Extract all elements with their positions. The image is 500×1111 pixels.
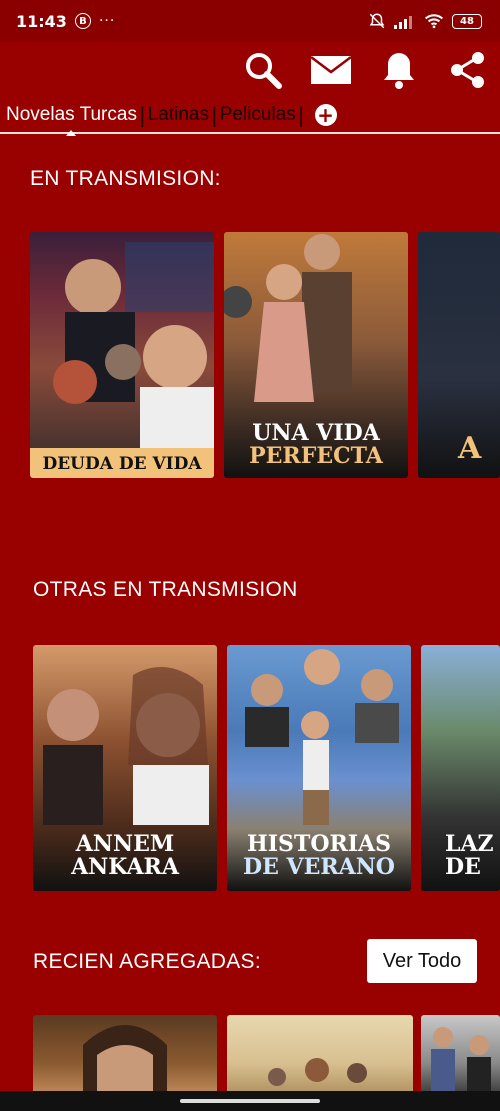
poster-caption: A xyxy=(458,430,482,466)
status-left: 11:43 B ··· xyxy=(16,12,115,31)
poster-annem-ankara[interactable]: ANNEM ANKARA xyxy=(33,645,217,891)
tab-latinas[interactable]: Latinas xyxy=(148,104,209,126)
poster-deuda-de-vida[interactable]: DEUDA DE VIDA xyxy=(30,232,214,478)
ver-todo-button[interactable]: Ver Todo xyxy=(367,939,477,983)
carousel-otras-en-transmision[interactable]: ANNEM ANKARA HISTORIAS DE VERANO LAZ DE xyxy=(0,643,500,893)
battery-icon: 48 xyxy=(452,13,482,29)
status-right: 48 xyxy=(368,12,482,30)
poster-caption: ANNEM ANKARA xyxy=(33,830,217,880)
poster-caption: UNA VIDA PERFECTA xyxy=(224,419,408,469)
poster-recien-1[interactable] xyxy=(33,1015,217,1093)
tab-separator: | xyxy=(138,103,146,127)
share-icon[interactable] xyxy=(446,49,488,91)
home-gesture-handle[interactable] xyxy=(180,1099,320,1103)
tab-novelas-turcas[interactable]: Novelas Turcas xyxy=(6,104,137,126)
system-nav-bar xyxy=(0,1091,500,1111)
poster-caption-line2: PERFECTA xyxy=(249,442,383,469)
poster-historias-de-verano[interactable]: HISTORIAS DE VERANO xyxy=(227,645,411,891)
poster-recien-2[interactable] xyxy=(227,1015,413,1093)
mute-bell-icon xyxy=(369,13,385,29)
poster-una-vida-perfecta[interactable]: UNA VIDA PERFECTA xyxy=(224,232,408,478)
poster-art xyxy=(431,1027,491,1093)
app-toolbar xyxy=(0,42,500,98)
signal-icon xyxy=(394,16,412,29)
category-tabs: Novelas Turcas | Latinas | Peliculas | + xyxy=(0,98,500,134)
poster-recien-3[interactable] xyxy=(421,1015,500,1093)
poster-caption-line2: DE VERANO xyxy=(243,853,395,880)
poster-art xyxy=(53,242,214,457)
poster-caption: DEUDA DE VIDA xyxy=(42,454,202,475)
poster-caption-line1: LAZ xyxy=(445,830,494,857)
carousel-en-transmision[interactable]: DEUDA DE VIDA UNA VIDA PERFECTA A xyxy=(0,230,500,480)
tab-separator: | xyxy=(210,103,218,127)
poster-caption-line1: ANNEM xyxy=(75,830,175,857)
notification-badge-icon: B xyxy=(74,13,91,29)
bell-icon[interactable] xyxy=(378,49,420,91)
mail-icon[interactable] xyxy=(310,49,352,91)
poster-partial[interactable]: A xyxy=(418,232,500,478)
poster-caption-line1: HISTORIAS xyxy=(246,830,392,857)
search-icon[interactable] xyxy=(242,49,284,91)
poster-caption-line2: ANKARA xyxy=(71,853,179,880)
status-bar: 11:43 B ··· 48 xyxy=(0,0,500,42)
carousel-recien-agregadas[interactable] xyxy=(0,1013,500,1093)
section-title-en-transmision: EN TRANSMISION: xyxy=(30,167,221,190)
poster-caption-line1: UNA VIDA xyxy=(252,419,380,446)
poster-caption: LAZ DE xyxy=(445,830,500,880)
tab-separator: | xyxy=(297,103,305,127)
poster-art xyxy=(268,1058,367,1086)
poster-art xyxy=(83,1025,167,1093)
section-title-otras-en-transmision: OTRAS EN TRANSMISION xyxy=(33,578,298,601)
status-time: 11:43 xyxy=(16,11,67,31)
add-tab-icon[interactable]: + xyxy=(314,104,337,126)
tab-peliculas[interactable]: Peliculas xyxy=(220,104,296,126)
poster-partial[interactable]: LAZ DE xyxy=(421,645,500,891)
poster-caption: HISTORIAS DE VERANO xyxy=(227,830,411,880)
wifi-icon xyxy=(424,14,444,29)
more-notifications-icon: ··· xyxy=(98,13,116,29)
poster-caption-line2: DE xyxy=(445,853,481,880)
section-title-recien-agregadas: RECIEN AGREGADAS: xyxy=(33,950,261,973)
